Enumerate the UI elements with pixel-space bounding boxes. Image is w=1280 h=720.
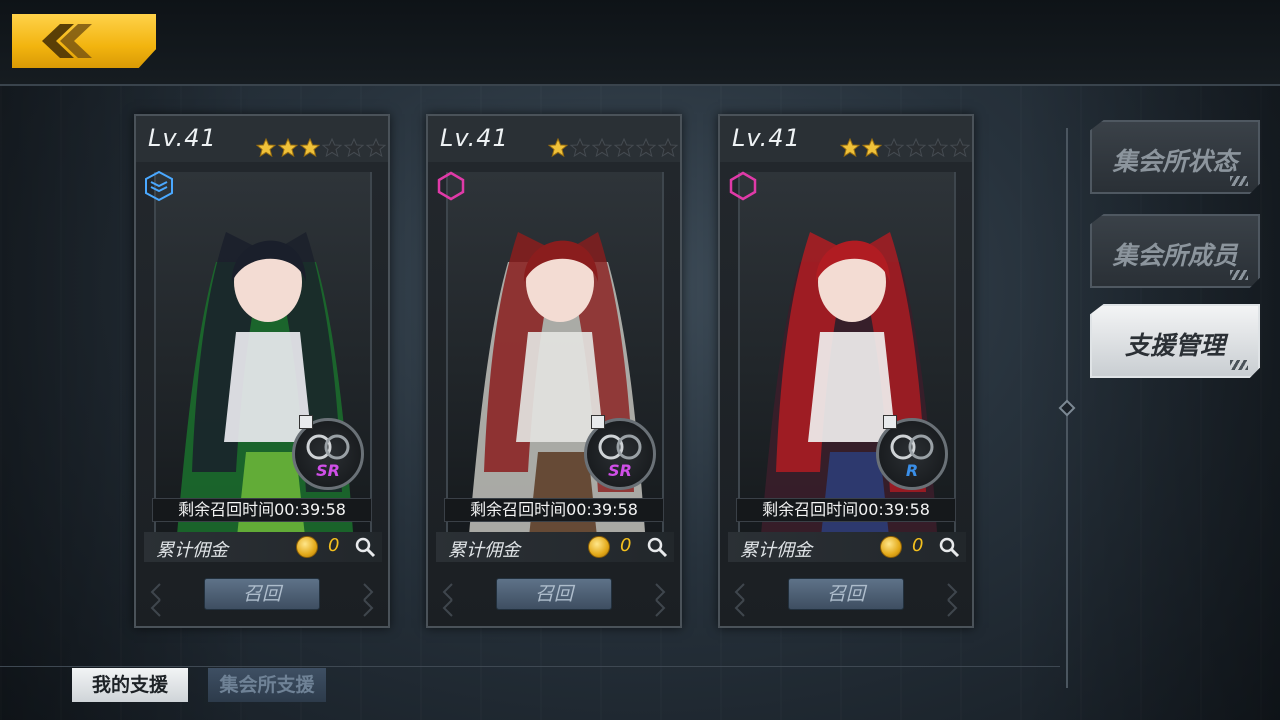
- tab-my-support[interactable]: 我的支援: [72, 668, 188, 702]
- star-empty-icon: [344, 138, 364, 158]
- character-portrait: [738, 172, 956, 546]
- fee-row: 累计佣金 0: [728, 532, 966, 562]
- tab-guild-status[interactable]: 集会所状态: [1090, 120, 1260, 194]
- coin-icon: [880, 536, 902, 558]
- support-character-card[interactable]: Lv.41: [718, 114, 974, 628]
- card-header: Lv.41: [720, 116, 972, 162]
- search-icon[interactable]: [354, 536, 376, 558]
- star-filled-icon: [278, 138, 298, 158]
- star-rating: [548, 138, 678, 158]
- chevron-ornament-left: [734, 583, 745, 617]
- weapon-rarity-label: R: [905, 461, 919, 480]
- recall-timer: 剩余召回时间00:39:58: [152, 498, 372, 522]
- tab-support-management[interactable]: 支援管理: [1090, 304, 1260, 378]
- recall-timer: 剩余召回时间00:39:58: [736, 498, 956, 522]
- star-empty-icon: [928, 138, 948, 158]
- support-character-card[interactable]: Lv.41: [134, 114, 390, 628]
- character-art: [740, 172, 954, 546]
- tab-label: 支援管理: [1124, 331, 1225, 360]
- level-label: Lv.41: [440, 124, 509, 152]
- search-icon[interactable]: [938, 536, 960, 558]
- recall-button[interactable]: 召回: [204, 578, 320, 610]
- coin-icon: [296, 536, 318, 558]
- tab-label: 集会所成员: [1112, 241, 1238, 270]
- star-empty-icon: [658, 138, 678, 158]
- level-label: Lv.41: [732, 124, 801, 152]
- chevron-ornament-left: [442, 583, 453, 617]
- star-filled-icon: [300, 138, 320, 158]
- star-empty-icon: [636, 138, 656, 158]
- star-filled-icon: [548, 138, 568, 158]
- star-filled-icon: [840, 138, 860, 158]
- tab-guild-members[interactable]: 集会所成员: [1090, 214, 1260, 288]
- star-empty-icon: [906, 138, 926, 158]
- weapon-rarity-label: SR: [608, 461, 632, 480]
- stripe-ornament: [1230, 270, 1248, 280]
- tab-guild-support[interactable]: 集会所支援: [208, 668, 326, 702]
- tab-label: 集会所状态: [1112, 147, 1238, 176]
- star-filled-icon: [862, 138, 882, 158]
- recall-button[interactable]: 召回: [788, 578, 904, 610]
- star-filled-icon: [256, 138, 276, 158]
- star-empty-icon: [366, 138, 386, 158]
- star-empty-icon: [322, 138, 342, 158]
- back-button[interactable]: [12, 14, 156, 68]
- fee-value: 0: [912, 535, 924, 556]
- card-header: Lv.41: [136, 116, 388, 162]
- weapon-rarity-label: SR: [316, 461, 340, 480]
- chevron-ornament-right: [947, 583, 958, 617]
- card-header: Lv.41: [428, 116, 680, 162]
- chevron-ornament-right: [363, 583, 374, 617]
- weapon-badge[interactable]: R: [876, 415, 948, 490]
- hexagon-icon: [437, 171, 465, 201]
- chevron-left-icon: [42, 24, 92, 58]
- star-rating: [840, 138, 970, 158]
- fee-label: 累计佣金: [448, 540, 520, 561]
- star-empty-icon: [570, 138, 590, 158]
- star-empty-icon: [950, 138, 970, 158]
- star-rating: [256, 138, 386, 158]
- support-character-card[interactable]: Lv.41: [426, 114, 682, 628]
- character-art: [156, 172, 370, 546]
- stripe-ornament: [1230, 360, 1248, 370]
- fee-value: 0: [620, 535, 632, 556]
- coin-icon: [588, 536, 610, 558]
- character-portrait: [446, 172, 664, 546]
- search-icon[interactable]: [646, 536, 668, 558]
- top-bar: [0, 0, 1280, 86]
- fee-value: 0: [328, 535, 340, 556]
- chevron-ornament-left: [150, 583, 161, 617]
- weapon-badge[interactable]: SR: [292, 415, 364, 490]
- character-portrait: [154, 172, 372, 546]
- fee-row: 累计佣金 0: [436, 532, 674, 562]
- bottom-divider: [0, 666, 1060, 667]
- character-art: [448, 172, 662, 546]
- star-empty-icon: [884, 138, 904, 158]
- fee-row: 累计佣金 0: [144, 532, 382, 562]
- stripe-ornament: [1230, 176, 1248, 186]
- star-empty-icon: [592, 138, 612, 158]
- fee-label: 累计佣金: [740, 540, 812, 561]
- hexagon-icon: [729, 171, 757, 201]
- chevron-ornament-right: [655, 583, 666, 617]
- recall-button[interactable]: 召回: [496, 578, 612, 610]
- level-label: Lv.41: [148, 124, 217, 152]
- layers-icon: [145, 170, 173, 202]
- fee-label: 累计佣金: [156, 540, 228, 561]
- weapon-badge[interactable]: SR: [584, 415, 656, 490]
- recall-timer: 剩余召回时间00:39:58: [444, 498, 664, 522]
- star-empty-icon: [614, 138, 634, 158]
